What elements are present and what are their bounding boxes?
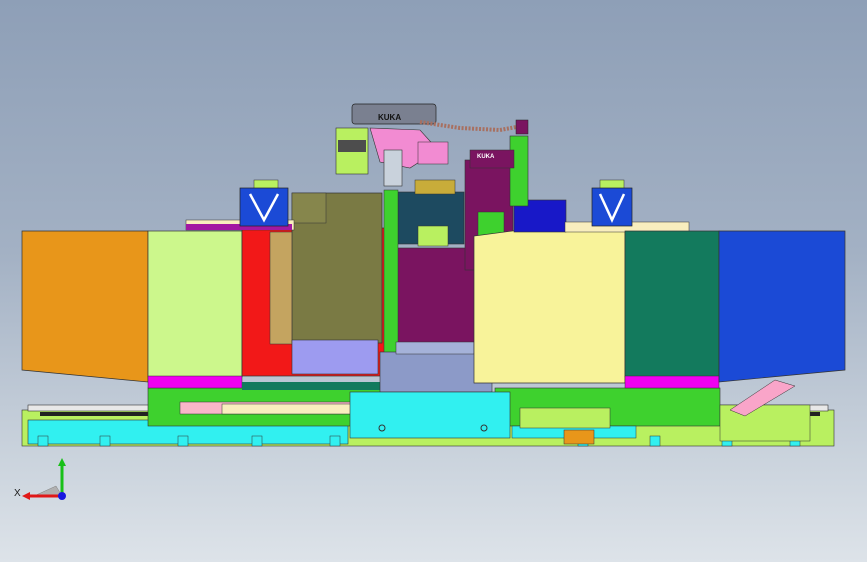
x-axis-label: X (14, 488, 21, 499)
lower-right-orange-block (563, 429, 595, 445)
robot-column-grey (383, 149, 403, 187)
blue-guard-panel (718, 230, 846, 383)
coordinate-triad: X (14, 456, 74, 508)
orange-guard-panel (21, 230, 149, 383)
robot-arm-brand: KUKA (378, 113, 401, 122)
center-column-purple (394, 247, 476, 349)
robot-cable-hose (419, 120, 523, 133)
robot-base-brand: KUKA (477, 154, 495, 160)
tan-panel (269, 231, 295, 345)
x-axis-arrowhead (22, 492, 30, 500)
triad-graphic (22, 458, 66, 500)
z-axis-dot (58, 492, 66, 500)
center-grey-base-top (395, 341, 475, 355)
lower-right-green-block (519, 407, 611, 429)
light-green-panel (147, 230, 243, 378)
green-bar-left (242, 382, 392, 390)
dark-green-panel (624, 230, 720, 378)
cad-assembly-model[interactable]: KUKA KUKA (0, 0, 867, 562)
yellow-panel (473, 229, 626, 384)
center-lime-block (417, 225, 449, 247)
motor-right (591, 179, 633, 227)
robot-side-stack-dark (338, 140, 366, 152)
lower-tray-cream (221, 403, 373, 415)
robot-pink-block (417, 141, 449, 165)
y-axis-arrowhead (58, 458, 66, 466)
olive-block-top (291, 192, 327, 224)
center-cyan-base (349, 391, 511, 439)
motor-left (239, 179, 289, 227)
robot-tower-green (509, 135, 529, 207)
robot-wrist (515, 119, 529, 135)
magenta-strip-right (624, 375, 720, 389)
magenta-strip-left (147, 375, 243, 389)
graphics-viewport[interactable]: KUKA KUKA X (0, 0, 867, 562)
center-column-gold (414, 179, 456, 195)
lavender-block (291, 339, 379, 375)
center-green-pipe (383, 189, 399, 361)
base-dark-strip (40, 412, 148, 416)
